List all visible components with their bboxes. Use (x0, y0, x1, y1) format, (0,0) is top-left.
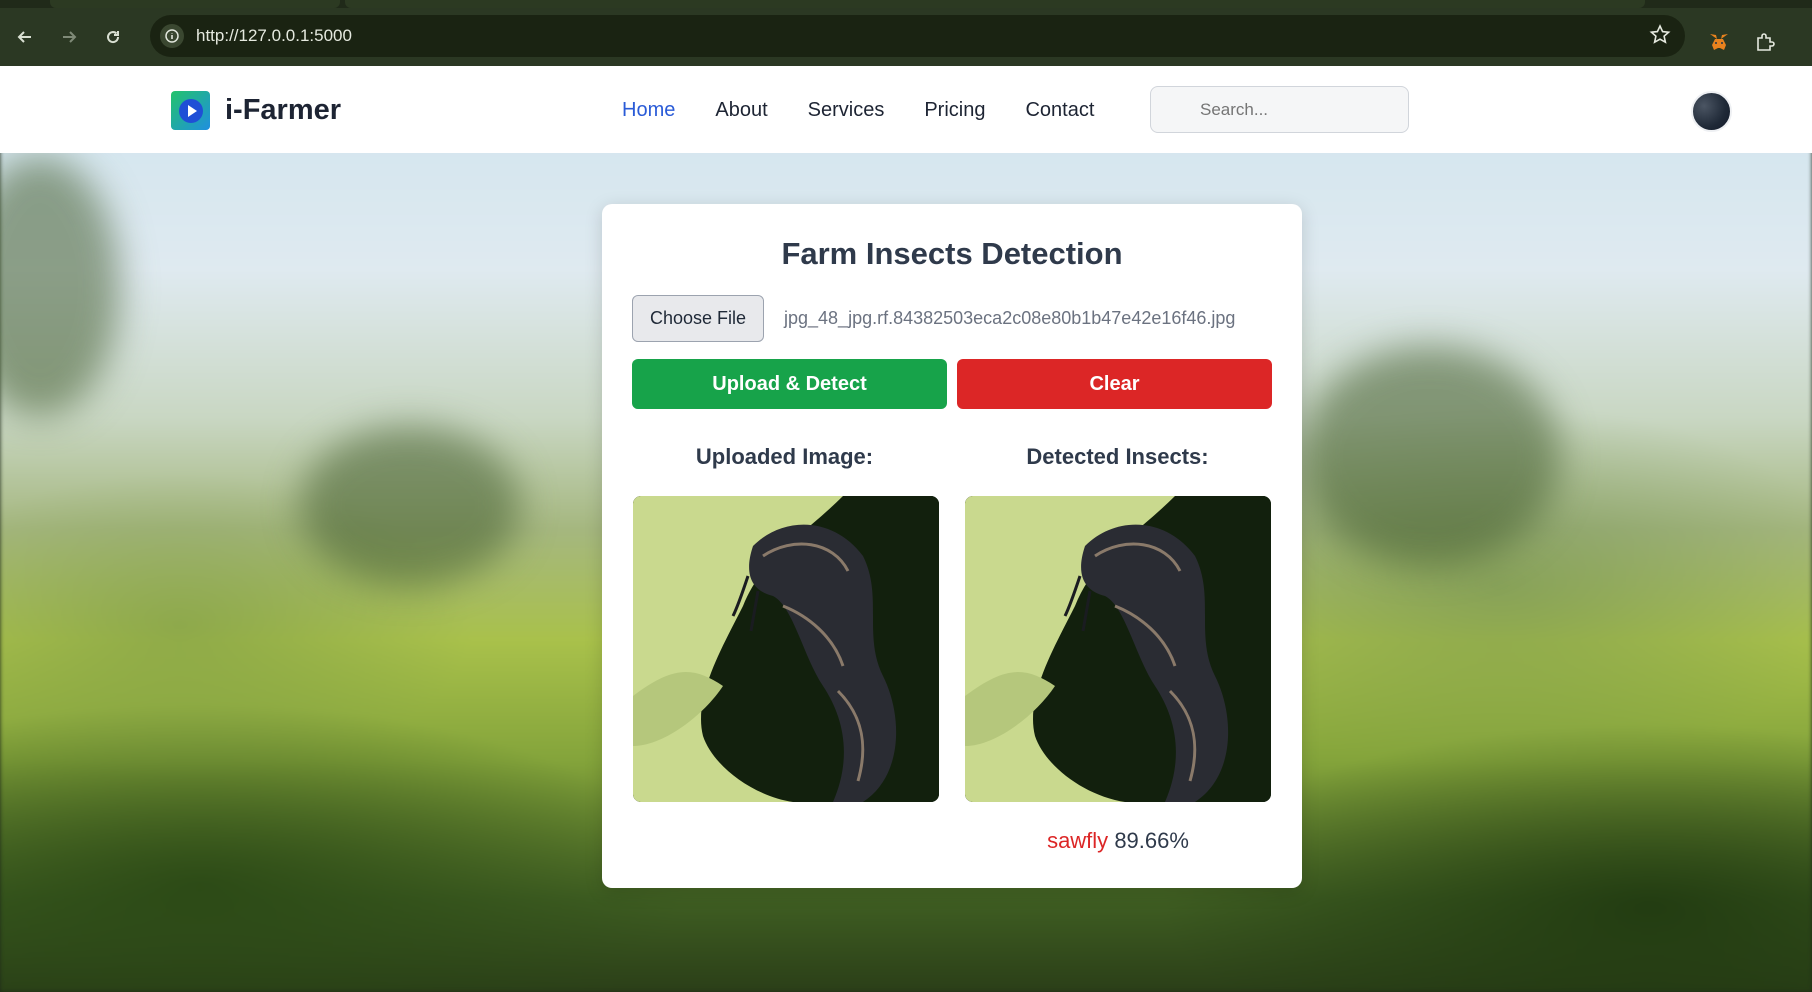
user-avatar[interactable] (1691, 91, 1732, 132)
choose-file-button[interactable]: Choose File (632, 295, 764, 342)
card-title: Farm Insects Detection (781, 236, 1123, 271)
detection-label: sawfly (1047, 828, 1109, 853)
caterpillar-photo (633, 496, 939, 802)
browser-tab[interactable] (50, 0, 340, 8)
detection-card: Farm Insects Detection Choose File jpg_4… (602, 204, 1302, 888)
play-logo-icon (171, 91, 210, 130)
brand-name: i-Farmer (225, 94, 342, 126)
brand-logo[interactable]: i-Farmer (171, 91, 341, 130)
nav-pricing[interactable]: Pricing (924, 99, 985, 122)
site-info-icon[interactable] (160, 24, 184, 48)
browser-tabstrip (0, 0, 1812, 8)
browser-toolbar: http://127.0.0.1:5000 (0, 8, 1812, 66)
upload-detect-button[interactable]: Upload & Detect (632, 359, 947, 409)
nav-services[interactable]: Services (808, 99, 885, 122)
main-nav: Home About Services Pricing Contact (622, 99, 1134, 122)
address-bar[interactable]: http://127.0.0.1:5000 (150, 15, 1685, 57)
back-button[interactable] (6, 18, 44, 56)
caterpillar-photo (965, 496, 1271, 802)
reload-button[interactable] (94, 18, 132, 56)
arrow-right-icon (63, 31, 77, 43)
background-blur-tree (1300, 346, 1560, 566)
uploaded-image (633, 496, 939, 802)
browser-tab-area (345, 0, 1645, 8)
search-input[interactable] (1150, 86, 1409, 133)
reload-icon (107, 31, 120, 44)
clear-button[interactable]: Clear (957, 359, 1272, 409)
detection-confidence: 89.66% (1114, 828, 1189, 853)
bookmark-star-icon[interactable] (1649, 24, 1671, 50)
extensions-puzzle-icon[interactable] (1752, 29, 1778, 55)
nav-home[interactable]: Home (622, 99, 675, 122)
detected-insects-heading: Detected Insects: (1026, 444, 1209, 469)
forward-button[interactable] (50, 18, 88, 56)
metamask-extension-icon[interactable] (1706, 29, 1732, 55)
detection-result: sawfly 89.66% (965, 828, 1271, 854)
site-navbar: i-Farmer Home About Services Pricing Con… (0, 66, 1812, 153)
nav-about[interactable]: About (715, 99, 767, 122)
detected-image (965, 496, 1271, 802)
nav-contact[interactable]: Contact (1025, 99, 1094, 122)
page-viewport: i-Farmer Home About Services Pricing Con… (0, 66, 1812, 992)
background-blur-tree (300, 426, 520, 586)
arrow-left-icon (17, 31, 31, 43)
uploaded-image-heading: Uploaded Image: (695, 444, 874, 469)
url-text[interactable]: http://127.0.0.1:5000 (196, 26, 352, 46)
selected-file-name: jpg_48_jpg.rf.84382503eca2c08e80b1b47e42… (784, 308, 1236, 328)
